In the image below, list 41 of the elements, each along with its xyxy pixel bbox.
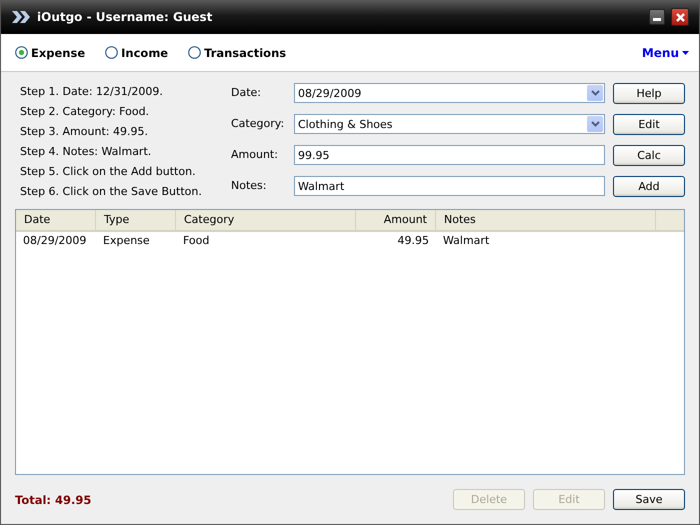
form-button[interactable]: Calc xyxy=(613,145,685,166)
table-cell-text: Walmart xyxy=(442,233,490,249)
column-header[interactable]: Category xyxy=(176,210,356,230)
minimize-button[interactable] xyxy=(649,9,665,25)
column-header[interactable]: Date xyxy=(16,210,96,230)
step-text: Step 4. Notes: Walmart. xyxy=(20,144,152,160)
field-label: Amount: xyxy=(231,147,279,163)
chevrons-icon xyxy=(11,10,31,24)
form-button[interactable]: Help xyxy=(613,83,685,104)
mode-radio[interactable]: Transactions xyxy=(188,46,286,60)
input-field[interactable]: Walmart xyxy=(294,176,605,196)
table-cell-text: 49.95 xyxy=(396,233,430,249)
footer-button[interactable]: Save xyxy=(613,489,685,510)
step-text: Step 6. Click on the Save Button. xyxy=(20,184,203,200)
column-header[interactable]: Type xyxy=(96,210,176,230)
step-text: Step 2. Category: Food. xyxy=(20,104,150,120)
column-header[interactable]: Notes xyxy=(436,210,656,230)
column-header[interactable]: Amount xyxy=(356,210,436,230)
step-text: Step 1. Date: 12/31/2009. xyxy=(20,84,164,100)
dropdown-field[interactable]: Clothing & Shoes xyxy=(294,114,605,134)
step-text: Step 5. Click on the Add button. xyxy=(20,164,197,180)
window-title: iOutgo - Username: Guest xyxy=(37,10,212,24)
caret-icon xyxy=(682,50,689,54)
menu-link[interactable]: Menu xyxy=(642,46,689,60)
step-text: Step 3. Amount: 49.95. xyxy=(20,124,149,140)
mode-radio[interactable]: Expense xyxy=(15,46,86,60)
field-label: Category: xyxy=(231,116,286,132)
mode-radio[interactable]: Income xyxy=(105,46,168,60)
dropdown-field[interactable]: 08/29/2009 xyxy=(294,83,605,103)
form-button[interactable]: Edit xyxy=(613,114,685,135)
total-text: Total: 49.95 xyxy=(15,492,92,506)
field-label: Date: xyxy=(231,85,262,101)
close-icon xyxy=(676,12,684,22)
table-cell-text: 08/29/2009 xyxy=(22,233,88,249)
form-button[interactable]: Add xyxy=(613,176,685,197)
minimize-icon xyxy=(653,18,661,21)
input-field[interactable]: 99.95 xyxy=(294,145,605,165)
close-button[interactable] xyxy=(671,8,689,26)
table-cell-text: Expense xyxy=(102,233,151,249)
field-label: Notes: xyxy=(231,178,268,194)
table-cell-text: Food xyxy=(182,233,210,249)
